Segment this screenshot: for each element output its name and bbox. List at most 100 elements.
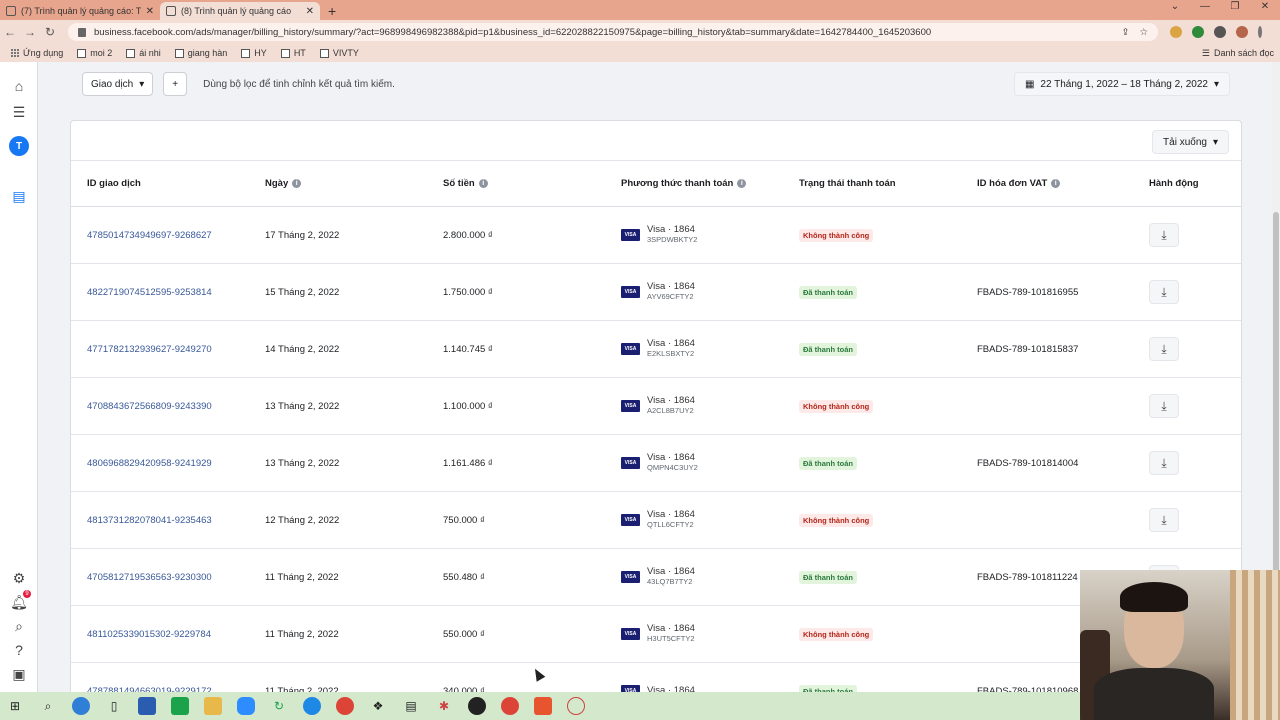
add-filter-button[interactable]: + xyxy=(163,72,188,96)
transaction-id-link[interactable]: 4705812719536563-9230300 xyxy=(87,572,212,583)
share-icon[interactable]: ⇪ xyxy=(1122,27,1130,38)
new-tab-button[interactable]: + xyxy=(328,2,336,20)
store-icon[interactable] xyxy=(138,697,156,715)
search-icon[interactable]: ⌕ xyxy=(9,616,29,636)
refresh-app-icon[interactable]: ↻ xyxy=(270,697,288,715)
tab-search-icon[interactable]: ⌄ xyxy=(1160,0,1190,16)
file-icon[interactable]: ▯ xyxy=(105,697,123,715)
windows-start-icon[interactable]: ⊞ xyxy=(6,697,24,715)
bookmark-star-icon[interactable]: ☆ xyxy=(1139,27,1148,38)
profile-avatar-icon[interactable] xyxy=(1236,26,1248,38)
hamburger-menu-icon[interactable]: ☰ xyxy=(9,102,29,122)
folder-icon[interactable] xyxy=(204,697,222,715)
bookmark-item[interactable]: VIVTY xyxy=(319,48,359,58)
notifications-bell-icon[interactable]: 🔔︎ 9 xyxy=(9,590,31,612)
header-payment-method[interactable]: Phương thức thanh toán i xyxy=(621,161,747,206)
header-vat-invoice-id[interactable]: ID hóa đơn VAT i xyxy=(977,161,1061,206)
amount-cell: 550.480 ₫ xyxy=(443,549,485,605)
reload-icon[interactable]: ↻ xyxy=(40,25,60,39)
info-icon[interactable]: i xyxy=(737,179,747,188)
url-field[interactable]: business.facebook.com/ads/manager/billin… xyxy=(68,23,1158,41)
minimize-icon[interactable]: — xyxy=(1190,0,1220,16)
document-icon[interactable]: ▤ xyxy=(402,697,420,715)
payment-reference-code: E2KLSBXTY2 xyxy=(647,349,695,359)
header-payment-status[interactable]: Trạng thái thanh toán xyxy=(799,161,896,206)
transaction-id-link[interactable]: 4785014734949697-9268627 xyxy=(87,230,212,241)
transaction-id-link[interactable]: 4822719074512595-9253814 xyxy=(87,287,212,298)
download-icon[interactable]: ⤓ xyxy=(1149,451,1179,475)
back-icon[interactable]: ← xyxy=(0,25,20,39)
messenger-icon[interactable] xyxy=(303,697,321,715)
transaction-id-link[interactable]: 4813731282078041-9235463 xyxy=(87,515,212,526)
header-transaction-id[interactable]: ID giao dịch xyxy=(87,161,141,206)
billing-icon[interactable]: ▤ xyxy=(9,186,29,206)
bookmark-apps[interactable]: Ứng dụng xyxy=(10,48,63,58)
chrome-icon[interactable] xyxy=(501,697,519,715)
bookmark-item[interactable]: moi 2 xyxy=(77,48,112,58)
bookmark-item[interactable]: ái nhi xyxy=(126,48,161,58)
app-icon[interactable] xyxy=(534,697,552,715)
date-cell: 15 Tháng 2, 2022 xyxy=(265,264,339,320)
vat-invoice-cell: FBADS-789-101811224 xyxy=(977,549,1078,605)
close-window-icon[interactable]: ✕ xyxy=(1250,0,1280,16)
download-icon[interactable]: ⤓ xyxy=(1149,337,1179,361)
chrome-icon[interactable] xyxy=(336,697,354,715)
header-amount[interactable]: Số tiền i xyxy=(443,161,488,206)
camtasia-icon[interactable] xyxy=(171,697,189,715)
amount-text: 1.100.000 ₫ xyxy=(443,400,493,412)
payment-status-cell: Không thành công xyxy=(799,492,874,548)
caret-down-icon: ▾ xyxy=(139,78,145,90)
settings-gear-icon[interactable]: ⚙ xyxy=(9,568,29,588)
browser-tab-2[interactable]: (8) Trình quản lý quảng cáo ✕ xyxy=(160,2,320,20)
extension-icon[interactable] xyxy=(1170,26,1182,38)
status-badge: Đã thanh toán xyxy=(799,456,857,470)
search-icon[interactable]: ⌕ xyxy=(39,697,57,715)
actions-cell: ⤓ xyxy=(1149,378,1179,434)
webcam-background-shelf xyxy=(1230,570,1280,720)
forward-icon[interactable]: → xyxy=(20,25,40,39)
transaction-type-dropdown[interactable]: Giao dịch ▾ xyxy=(82,72,154,96)
close-tab-icon[interactable]: ✕ xyxy=(306,6,314,17)
close-tab-icon[interactable]: ✕ xyxy=(146,6,154,17)
header-date[interactable]: Ngày i xyxy=(265,161,302,206)
menu-dots-icon[interactable] xyxy=(1258,26,1262,38)
puzzle-icon[interactable] xyxy=(1214,26,1226,38)
transaction-id-link[interactable]: 4806968829420958-9241929 xyxy=(87,458,212,469)
app-icon[interactable] xyxy=(567,697,585,715)
obs-icon[interactable] xyxy=(468,697,486,715)
maximize-icon[interactable]: ❐ xyxy=(1220,0,1250,16)
help-icon[interactable]: ? xyxy=(9,640,29,660)
transaction-id-link[interactable]: 4771782132939627-9249270 xyxy=(87,344,212,355)
bookmark-item[interactable]: HY xyxy=(241,48,267,58)
bookmark-item[interactable]: giang hàn xyxy=(174,48,227,58)
download-icon[interactable]: ⤓ xyxy=(1149,223,1179,247)
transaction-id-link[interactable]: 4708843672566809-9243390 xyxy=(87,401,212,412)
reading-list[interactable]: ☰ Danh sách đọc xyxy=(1202,44,1274,62)
edge-icon[interactable] xyxy=(72,697,90,715)
info-icon[interactable]: i xyxy=(478,179,488,188)
download-icon[interactable]: ⤓ xyxy=(1149,508,1179,532)
visa-card-icon: VISA xyxy=(621,286,640,298)
browser-tab-1[interactable]: (7) Trình quản lý quảng cáo: Tài k ✕ xyxy=(0,2,160,20)
amount-cell: 1.161.486 ₫ xyxy=(443,435,493,491)
info-icon[interactable]: i xyxy=(292,179,302,188)
info-icon[interactable]: i xyxy=(1051,179,1061,188)
app-icon[interactable]: ✱ xyxy=(435,697,453,715)
zoom-icon[interactable] xyxy=(237,697,255,715)
notification-badge: 9 xyxy=(23,590,31,598)
app-icon[interactable]: ❖ xyxy=(369,697,387,715)
date-range-picker[interactable]: ▦ 22 Tháng 1, 2022 – 18 Tháng 2, 2022 ▾ xyxy=(1013,72,1230,96)
home-icon[interactable]: ⌂ xyxy=(9,76,29,96)
bookmark-item[interactable]: HT xyxy=(280,48,306,58)
ads-extension-icon[interactable] xyxy=(1192,26,1204,38)
account-avatar[interactable]: T xyxy=(9,136,29,156)
report-icon[interactable]: ▣ xyxy=(9,664,29,684)
amount-cell: 550.000 ₫ xyxy=(443,606,485,662)
amount-text: 1.161.486 ₫ xyxy=(443,457,493,469)
download-icon[interactable]: ⤓ xyxy=(1149,280,1179,304)
download-icon[interactable]: ⤓ xyxy=(1149,394,1179,418)
filter-hint: Dùng bộ lọc để tinh chỉnh kết quả tìm ki… xyxy=(203,78,395,90)
scrollbar-thumb[interactable] xyxy=(1273,212,1279,632)
download-dropdown-button[interactable]: Tải xuống ▾ xyxy=(1152,130,1229,154)
transaction-id-link[interactable]: 4811025339015302-9229784 xyxy=(87,629,211,640)
